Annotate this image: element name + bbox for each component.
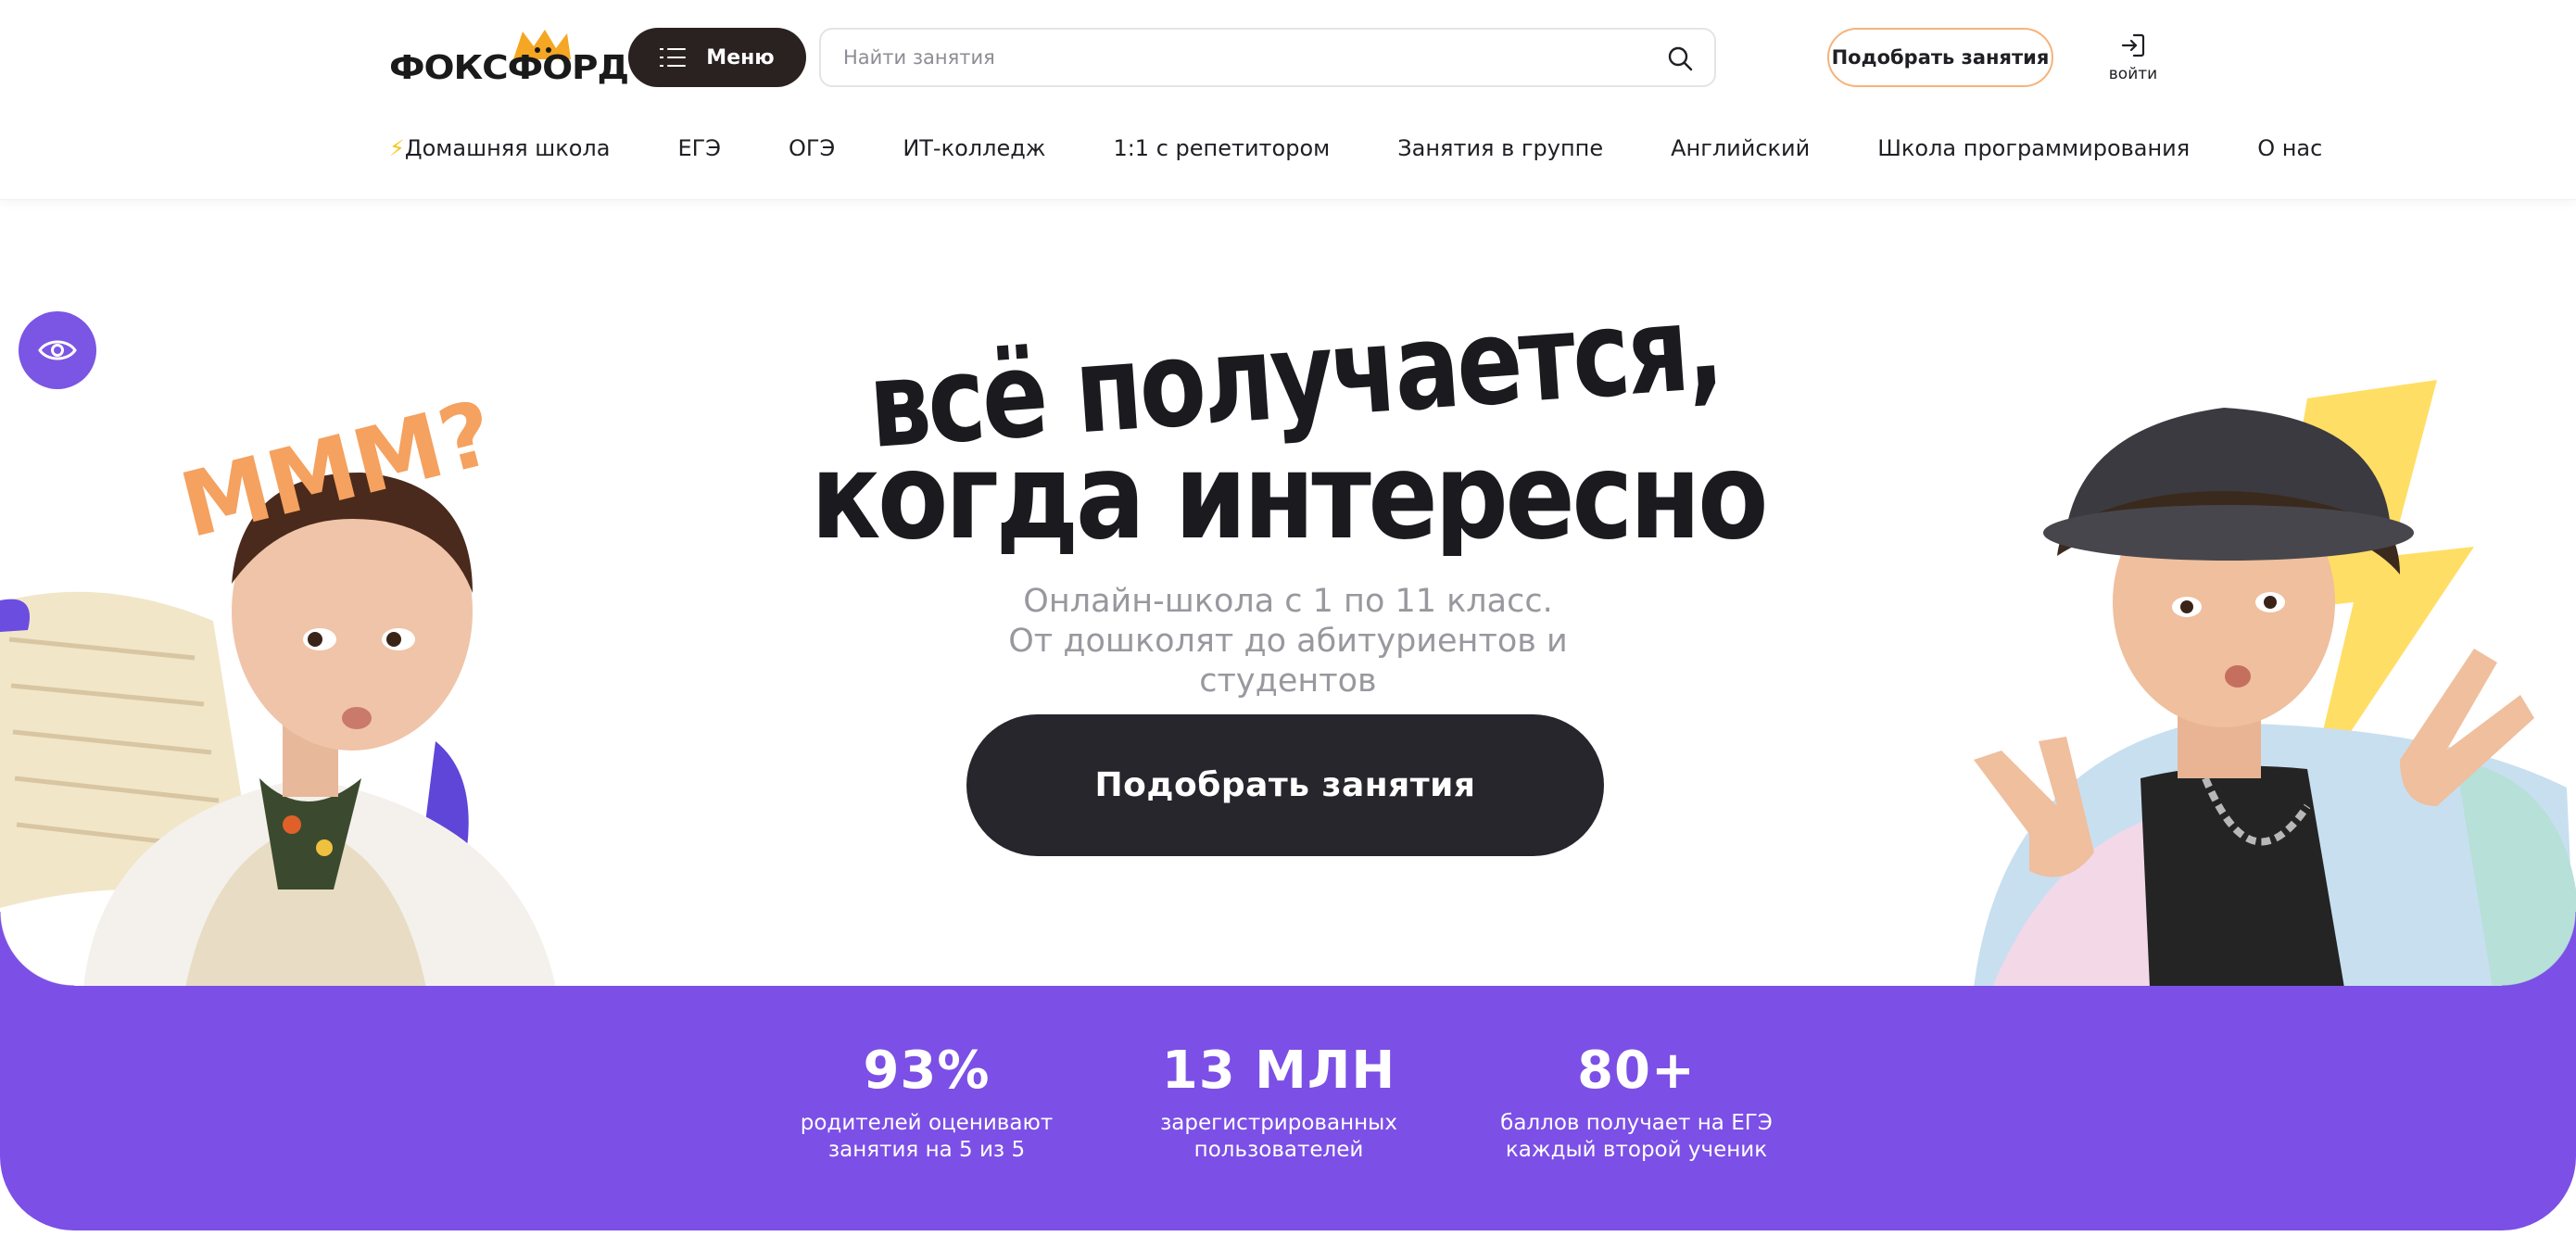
foxford-logo[interactable]: ФОКСФОРД — [389, 28, 629, 87]
pick-classes-hero-button[interactable]: Подобрать занятия — [966, 714, 1604, 856]
menu-icon — [660, 48, 687, 67]
pick-classes-header-button[interactable]: Подобрать занятия — [1827, 28, 2053, 87]
nav-item-group[interactable]: Занятия в группе — [1397, 135, 1603, 161]
login-label: войти — [2108, 65, 2158, 83]
nav-item-ege[interactable]: ЕГЭ — [677, 135, 721, 161]
nav-item-label: Домашняя школа — [404, 135, 611, 161]
nav-item-about[interactable]: О нас — [2257, 135, 2322, 161]
search-input[interactable] — [843, 30, 1640, 85]
site-header: ФОКСФОРД Меню Подобрать занятия войти ⚡Д… — [0, 0, 2576, 200]
stat-text-line1: зарегистрированных — [1160, 1111, 1397, 1135]
nav-item-english[interactable]: Английский — [1671, 135, 1810, 161]
eye-icon — [38, 340, 77, 360]
search-box — [819, 28, 1716, 87]
hero-subtitle: Онлайн-школа с 1 по 11 класс. От дошколя… — [917, 582, 1659, 701]
search-icon[interactable] — [1666, 44, 1694, 72]
stat-ege-scores: 80+ баллов получает на ЕГЭ каждый второй… — [1490, 1043, 1783, 1164]
nav-item-tutor[interactable]: 1:1 с репетитором — [1113, 135, 1330, 161]
login-icon — [2121, 33, 2145, 57]
stat-value: 13 МЛН — [1161, 1041, 1396, 1101]
nav-item-home-school[interactable]: ⚡Домашняя школа — [389, 135, 610, 161]
stats-band: 93% родителей оценивают занятия на 5 из … — [0, 986, 2576, 1230]
main-nav: ⚡Домашняя школа ЕГЭ ОГЭ ИТ-колледж 1:1 с… — [389, 130, 2322, 167]
hero-title-line2: когда интересно — [811, 428, 1765, 556]
sticker-text: МММ? — [182, 381, 504, 558]
stat-value: 80+ — [1577, 1041, 1696, 1101]
stats-corner-right — [2502, 912, 2576, 986]
stat-value: 93% — [863, 1041, 991, 1101]
stat-text-line2: занятия на 5 из 5 — [827, 1138, 1026, 1162]
stat-registered-users: 13 МЛН зарегистрированных пользователей — [1149, 1043, 1408, 1164]
stat-text-line2: каждый второй ученик — [1505, 1138, 1768, 1162]
hero-subtitle-line2: От дошколят до абитуриентов и студентов — [1008, 623, 1568, 700]
stat-text-line1: баллов получает на ЕГЭ — [1500, 1111, 1773, 1135]
stat-parents-rating: 93% родителей оценивают занятия на 5 из … — [797, 1043, 1056, 1164]
nav-item-programming[interactable]: Школа программирования — [1877, 135, 2190, 161]
hero-title: всё получается, когда интересно — [811, 278, 1769, 556]
menu-label: Меню — [706, 45, 775, 69]
nav-item-it-college[interactable]: ИТ-колледж — [903, 135, 1045, 161]
login-button[interactable]: войти — [2105, 28, 2161, 89]
stat-text-line1: родителей оценивают — [800, 1111, 1054, 1135]
stat-text-line2: пользователей — [1193, 1138, 1364, 1162]
boy-photo — [1918, 371, 2576, 988]
hero-subtitle-line1: Онлайн-школа с 1 по 11 класс. — [1023, 583, 1553, 620]
accessibility-button[interactable] — [19, 311, 96, 389]
lightning-icon: ⚡ — [389, 135, 405, 161]
logo-text: ФОКСФОРД — [389, 49, 629, 87]
mmm-sticker: МММ? — [182, 381, 504, 558]
nav-item-oge[interactable]: ОГЭ — [789, 135, 835, 161]
menu-button[interactable]: Меню — [628, 28, 806, 87]
